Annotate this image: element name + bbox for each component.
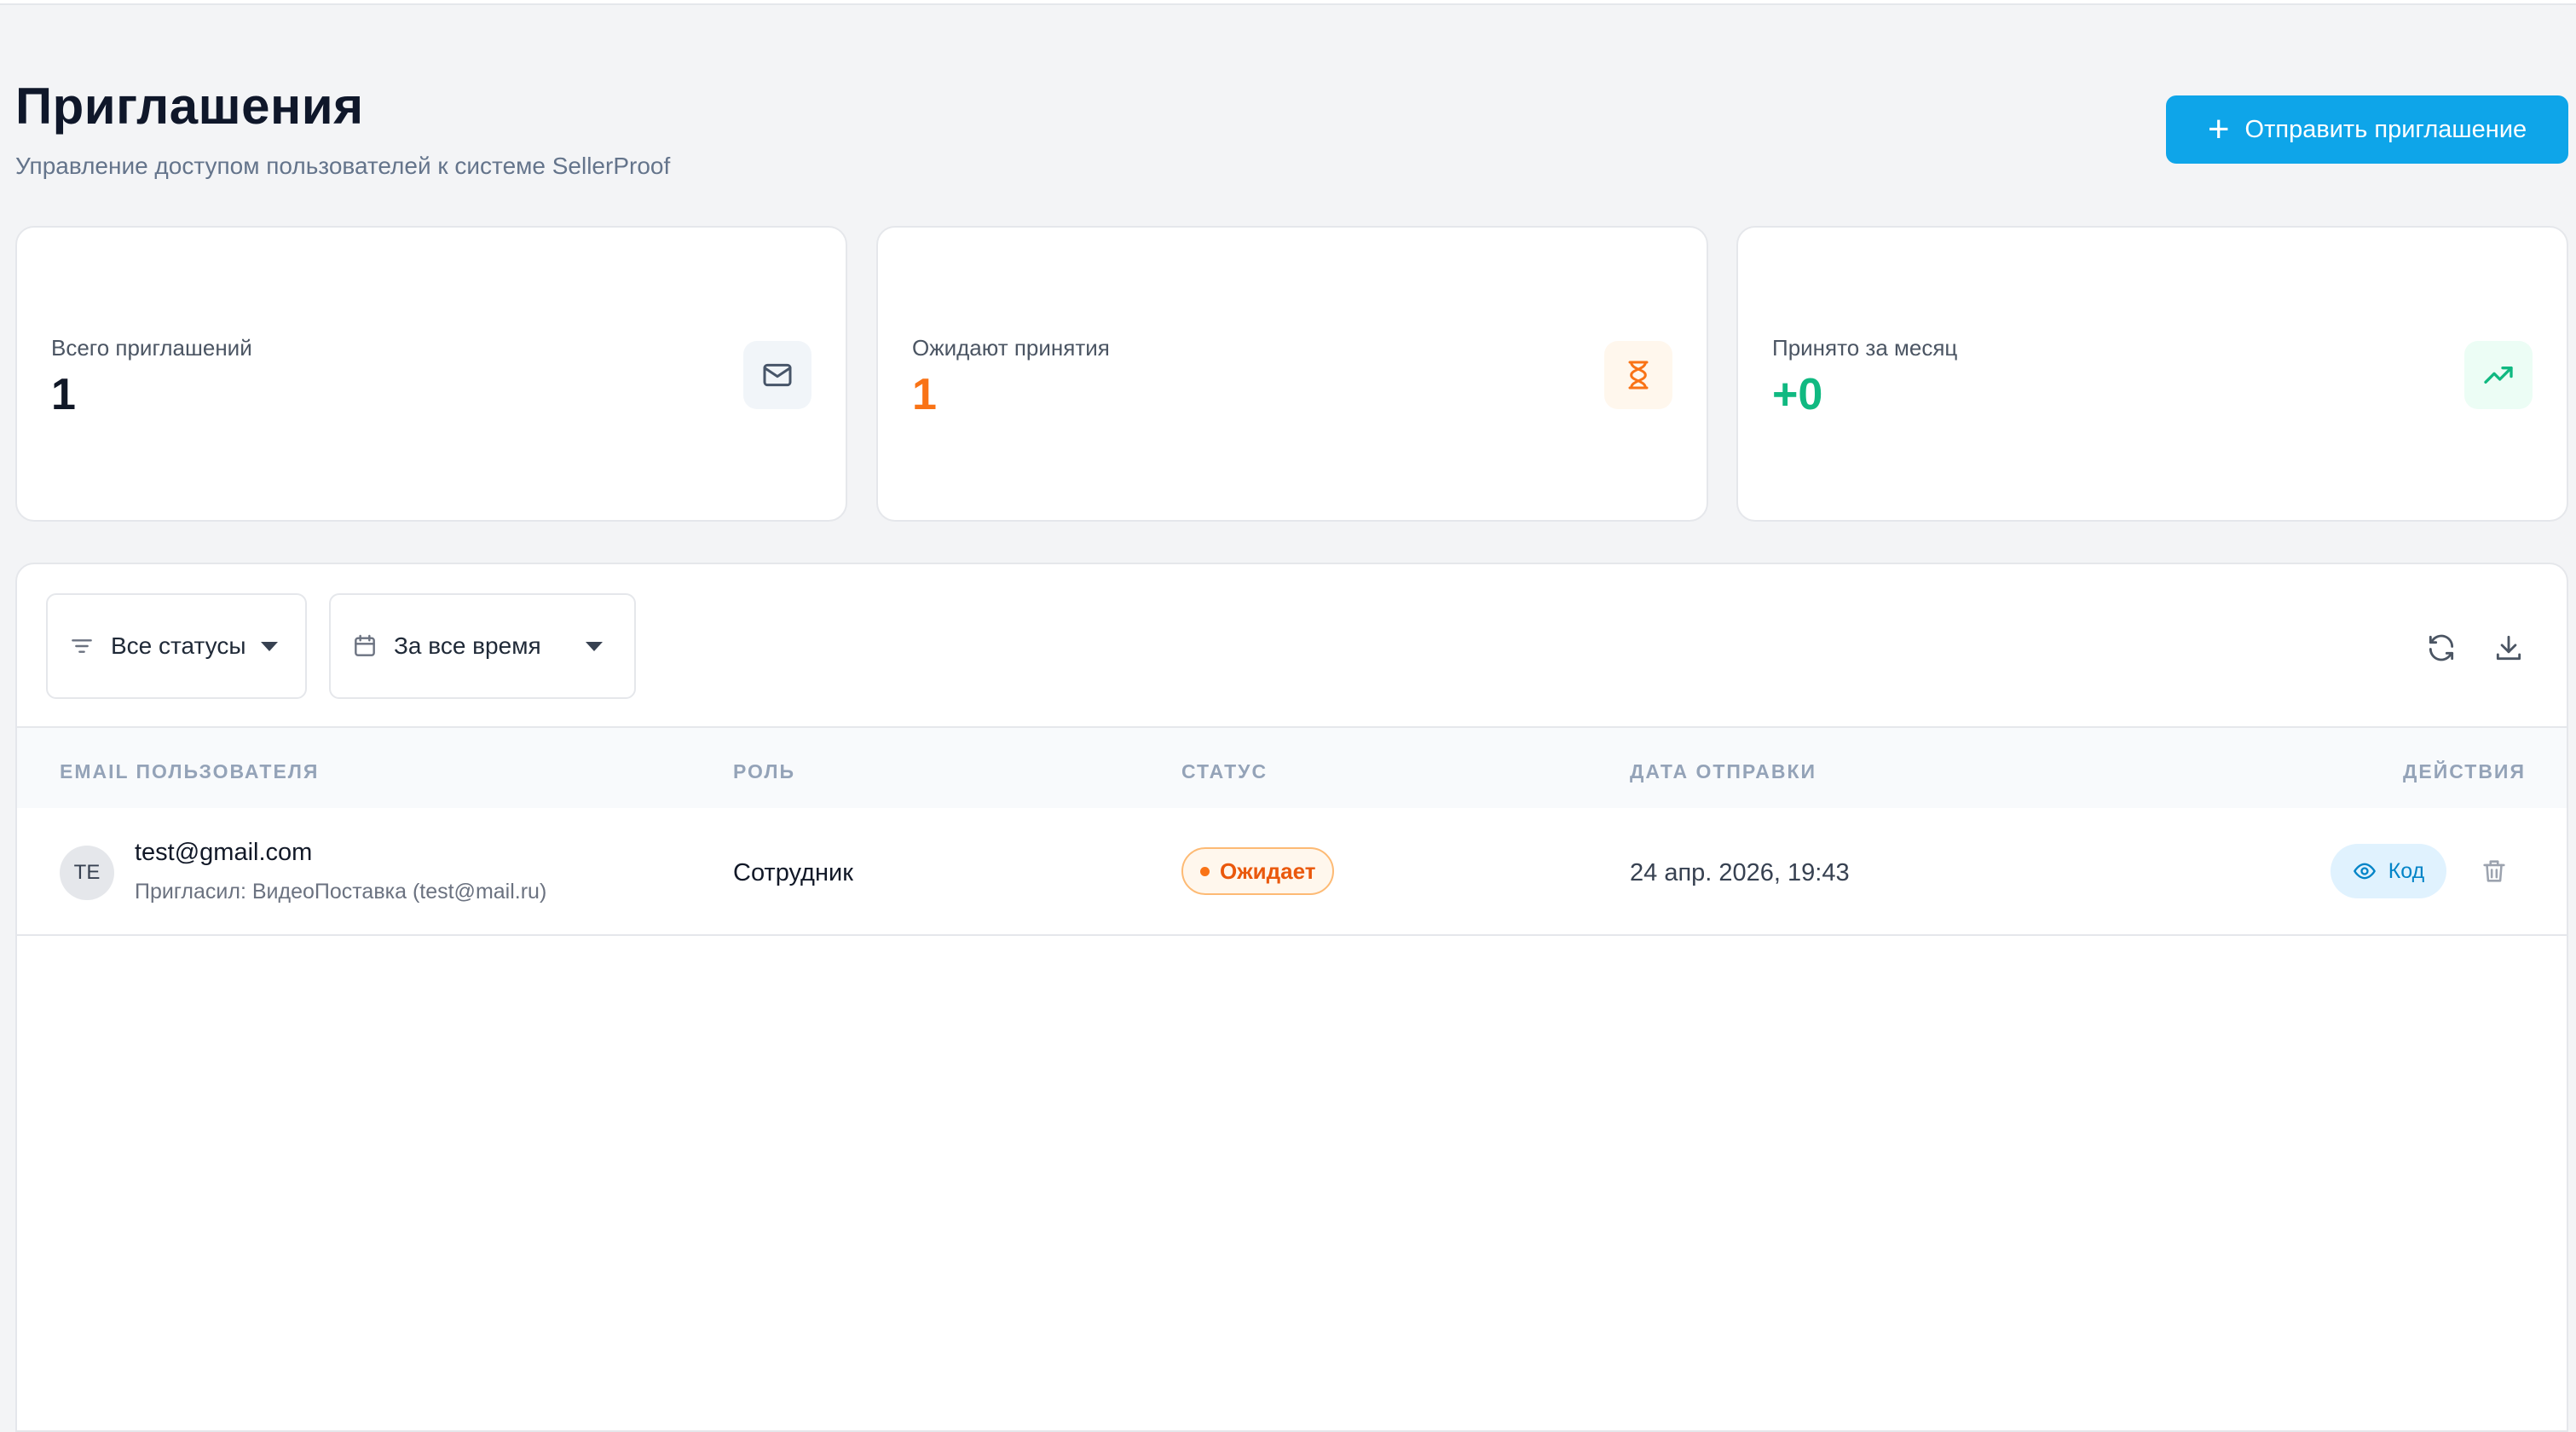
status-filter-value: Все статусы (111, 632, 246, 659)
user-email: test@gmail.com (135, 839, 313, 866)
top-bar (0, 0, 2576, 5)
view-code-label: Код (2388, 858, 2425, 883)
stat-label: Всего приглашений (51, 335, 252, 361)
stat-label: Принято за месяц (1772, 335, 1958, 361)
view-code-button[interactable]: Код (2331, 844, 2446, 898)
avatar: TE (60, 846, 114, 900)
chevron-down-icon (585, 641, 603, 651)
page-title: Приглашения (15, 78, 364, 135)
invitations-panel: Все статусы За все время Email пользоват… (15, 563, 2568, 1432)
refresh-button[interactable] (2417, 624, 2465, 672)
invited-by: Пригласил: ВидеоПоставка (test@mail.ru) (135, 880, 547, 904)
filter-icon (72, 639, 92, 653)
column-header-actions: Действия (2402, 760, 2526, 782)
table-row: TE test@gmail.com Пригласил: ВидеоПостав… (17, 808, 2567, 936)
period-filter-value: За все время (394, 632, 541, 659)
download-icon (2496, 635, 2521, 661)
table-header: Email пользователя Роль Статус Дата отпр… (17, 726, 2567, 808)
refresh-icon (2429, 634, 2454, 661)
stat-value: 1 (51, 370, 76, 419)
download-button[interactable] (2485, 624, 2533, 672)
stat-value: +0 (1772, 370, 1823, 419)
status-dot (1200, 866, 1210, 876)
column-header-date: Дата отправки (1630, 760, 1817, 782)
column-header-email: Email пользователя (60, 760, 320, 782)
stat-card-accepted: Принято за месяц +0 (1736, 226, 2568, 522)
stat-card-pending: Ожидают принятия 1 (876, 226, 1708, 522)
trending-up-icon (2464, 341, 2533, 409)
sent-date: 24 апр. 2026, 19:43 (1630, 859, 1850, 886)
chevron-down-icon (261, 641, 279, 651)
stat-label: Ожидают принятия (912, 335, 1110, 361)
status-badge-label: Ожидает (1220, 857, 1316, 884)
status-badge: Ожидает (1181, 847, 1335, 895)
stat-card-total: Всего приглашений 1 (15, 226, 847, 522)
eye-icon (2353, 863, 2376, 880)
column-header-role: Роль (733, 760, 796, 782)
plus-icon: + (2207, 108, 2230, 150)
page-subtitle: Управление доступом пользователей к сист… (15, 153, 671, 179)
delete-invitation-button[interactable] (2474, 851, 2515, 892)
period-filter-dropdown[interactable]: За все время (329, 593, 636, 699)
stat-value: 1 (912, 370, 937, 419)
column-header-status: Статус (1181, 760, 1268, 782)
page-header: Приглашения Управление доступом пользова… (15, 77, 670, 180)
trash-icon (2483, 860, 2505, 882)
mail-icon (743, 341, 811, 409)
status-filter-dropdown[interactable]: Все статусы (46, 593, 307, 699)
calendar-icon (355, 634, 375, 656)
user-role: Сотрудник (733, 859, 853, 886)
hourglass-icon (1604, 341, 1672, 409)
send-invitation-button[interactable]: + Отправить приглашение (2166, 95, 2568, 164)
send-invitation-label: Отправить приглашение (2244, 115, 2527, 143)
